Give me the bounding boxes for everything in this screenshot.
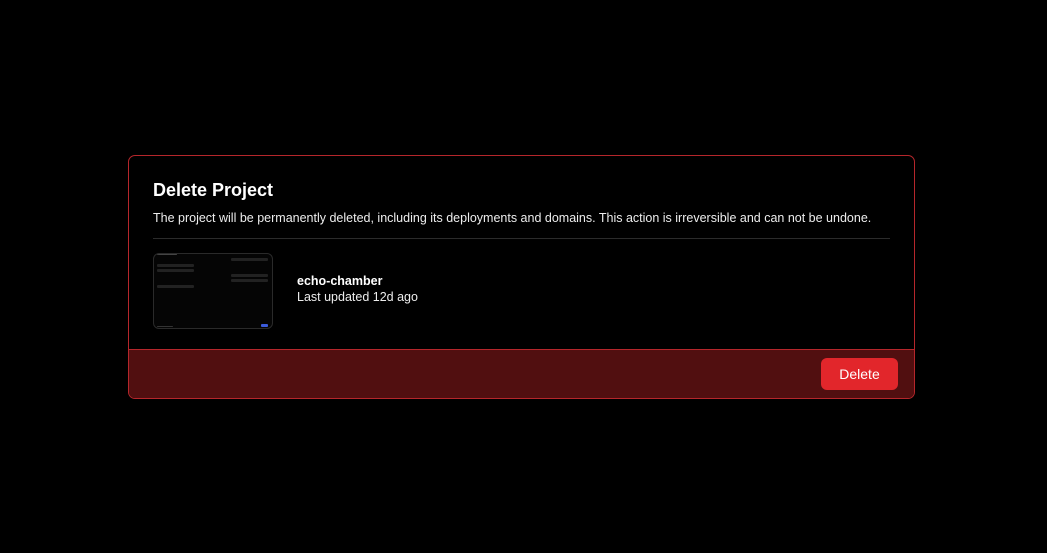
dialog-description: The project will be permanently deleted,… [153,211,872,225]
thumbnail-line [157,269,194,272]
project-last-updated: Last updated 12d ago [297,290,418,304]
thumbnail-line [231,279,268,282]
thumbnail-line [231,274,268,277]
dialog-title: Delete Project [153,180,274,200]
thumbnail-line [157,254,177,255]
project-name: echo-chamber [297,274,383,288]
thumbnail-line [157,326,173,327]
delete-project-dialog: Delete Project The project will be perma… [128,155,915,399]
divider [153,238,890,239]
dialog-footer: Delete [129,349,914,398]
delete-button[interactable]: Delete [821,358,898,390]
thumbnail-line [231,258,268,261]
thumbnail-line [157,285,194,288]
project-info: echo-chamber Last updated 12d ago [297,273,418,305]
project-row: echo-chamber Last updated 12d ago [153,253,890,329]
dialog-body: Delete Project The project will be perma… [129,156,914,329]
thumbnail-line [157,264,194,267]
project-thumbnail [153,253,273,329]
thumbnail-accent [261,324,268,327]
